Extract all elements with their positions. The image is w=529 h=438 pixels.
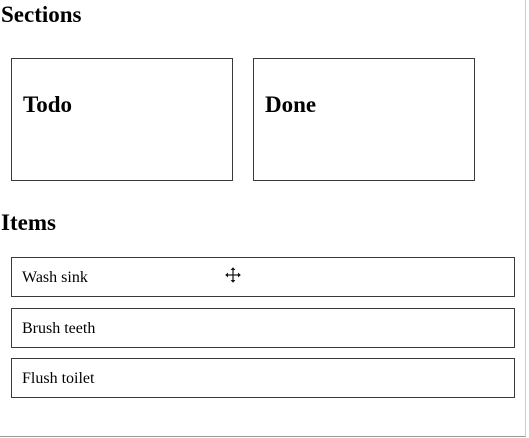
item-label: Brush teeth	[22, 320, 96, 337]
section-done-title: Done	[265, 92, 317, 117]
section-done-dropzone[interactable]: Done	[253, 58, 475, 181]
item-label: Flush toilet	[22, 370, 95, 387]
sections-heading: Sections	[1, 2, 82, 27]
section-todo-title: Todo	[23, 92, 73, 117]
item-label: Wash sink	[22, 269, 88, 286]
draggable-item-brush-teeth[interactable]: Brush teeth	[11, 308, 515, 348]
draggable-item-wash-sink[interactable]: Wash sink	[11, 257, 515, 297]
items-heading: Items	[1, 210, 56, 235]
move-cursor-icon	[224, 266, 243, 285]
section-todo-dropzone[interactable]: Todo	[11, 58, 233, 181]
draggable-item-flush-toilet[interactable]: Flush toilet	[11, 358, 515, 398]
